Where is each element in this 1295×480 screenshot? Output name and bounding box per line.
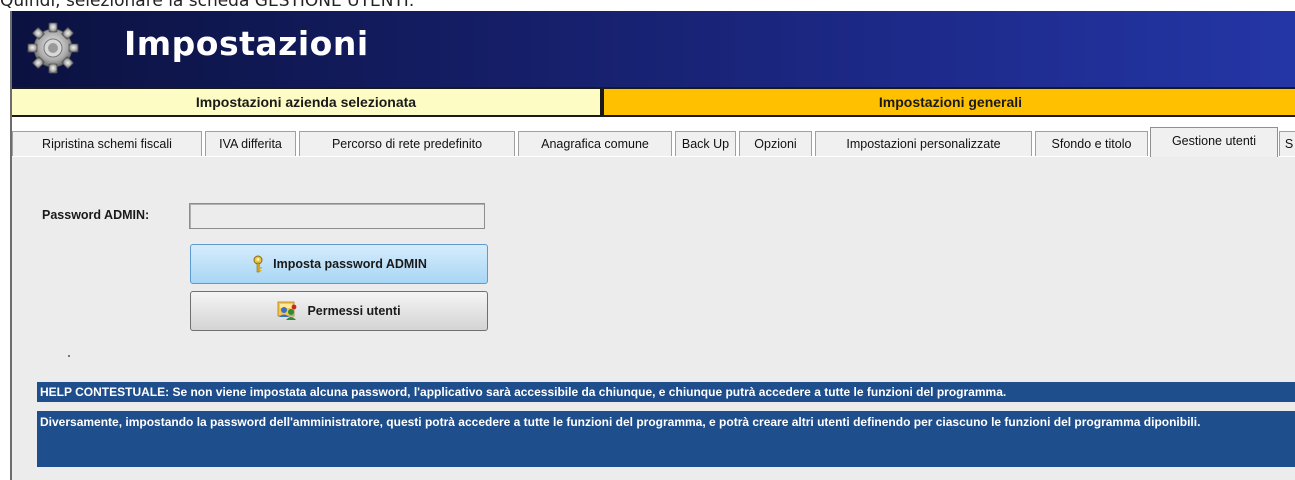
tab-anagrafica-comune[interactable]: Anagrafica comune xyxy=(518,131,672,156)
settings-window: Impostazioni Impostazioni azienda selezi… xyxy=(10,11,1295,480)
tab-gestione-utenti[interactable]: Gestione utenti xyxy=(1150,127,1278,157)
users-permissions-icon xyxy=(278,301,297,320)
set-admin-password-label: Imposta password ADMIN xyxy=(273,257,427,271)
user-permissions-label: Permessi utenti xyxy=(307,304,401,318)
tab-impostazioni-personalizzate[interactable]: Impostazioni personalizzate xyxy=(815,131,1032,156)
instruction-caption: Quindi, selezionare la scheda GESTIONE U… xyxy=(0,0,415,11)
tab-strip: Ripristina schemi fiscali IVA differita … xyxy=(12,127,1295,158)
tab-more[interactable]: S xyxy=(1279,131,1295,156)
window-title: Impostazioni xyxy=(124,24,369,63)
tab-sfondo-e-titolo[interactable]: Sfondo e titolo xyxy=(1035,131,1148,156)
password-admin-label: Password ADMIN: xyxy=(42,208,150,222)
gear-icon xyxy=(27,22,79,74)
set-admin-password-button[interactable]: Imposta password ADMIN xyxy=(190,244,488,284)
key-icon xyxy=(253,255,263,273)
tab-company-settings[interactable]: Impostazioni azienda selezionata xyxy=(12,89,602,115)
title-bar: Impostazioni xyxy=(12,11,1295,87)
stray-dot xyxy=(68,355,70,357)
tab-general-settings[interactable]: Impostazioni generali xyxy=(604,89,1295,115)
user-management-panel: Password ADMIN: Imposta password ADMIN P… xyxy=(12,157,1295,480)
tab-percorso-di-rete[interactable]: Percorso di rete predefinito xyxy=(299,131,515,156)
tab-ripristina-schemi-fiscali[interactable]: Ripristina schemi fiscali xyxy=(12,131,202,156)
settings-scope-bar: Impostazioni azienda selezionata Imposta… xyxy=(12,87,1295,117)
context-help-line-1: HELP CONTESTUALE: Se non viene impostata… xyxy=(37,382,1295,402)
tab-iva-differita[interactable]: IVA differita xyxy=(205,131,296,156)
context-help-line-2: Diversamente, impostando la password del… xyxy=(37,411,1295,467)
tab-back-up[interactable]: Back Up xyxy=(675,131,736,156)
tab-opzioni[interactable]: Opzioni xyxy=(739,131,812,156)
user-permissions-button[interactable]: Permessi utenti xyxy=(190,291,488,331)
password-admin-input[interactable] xyxy=(189,203,485,229)
